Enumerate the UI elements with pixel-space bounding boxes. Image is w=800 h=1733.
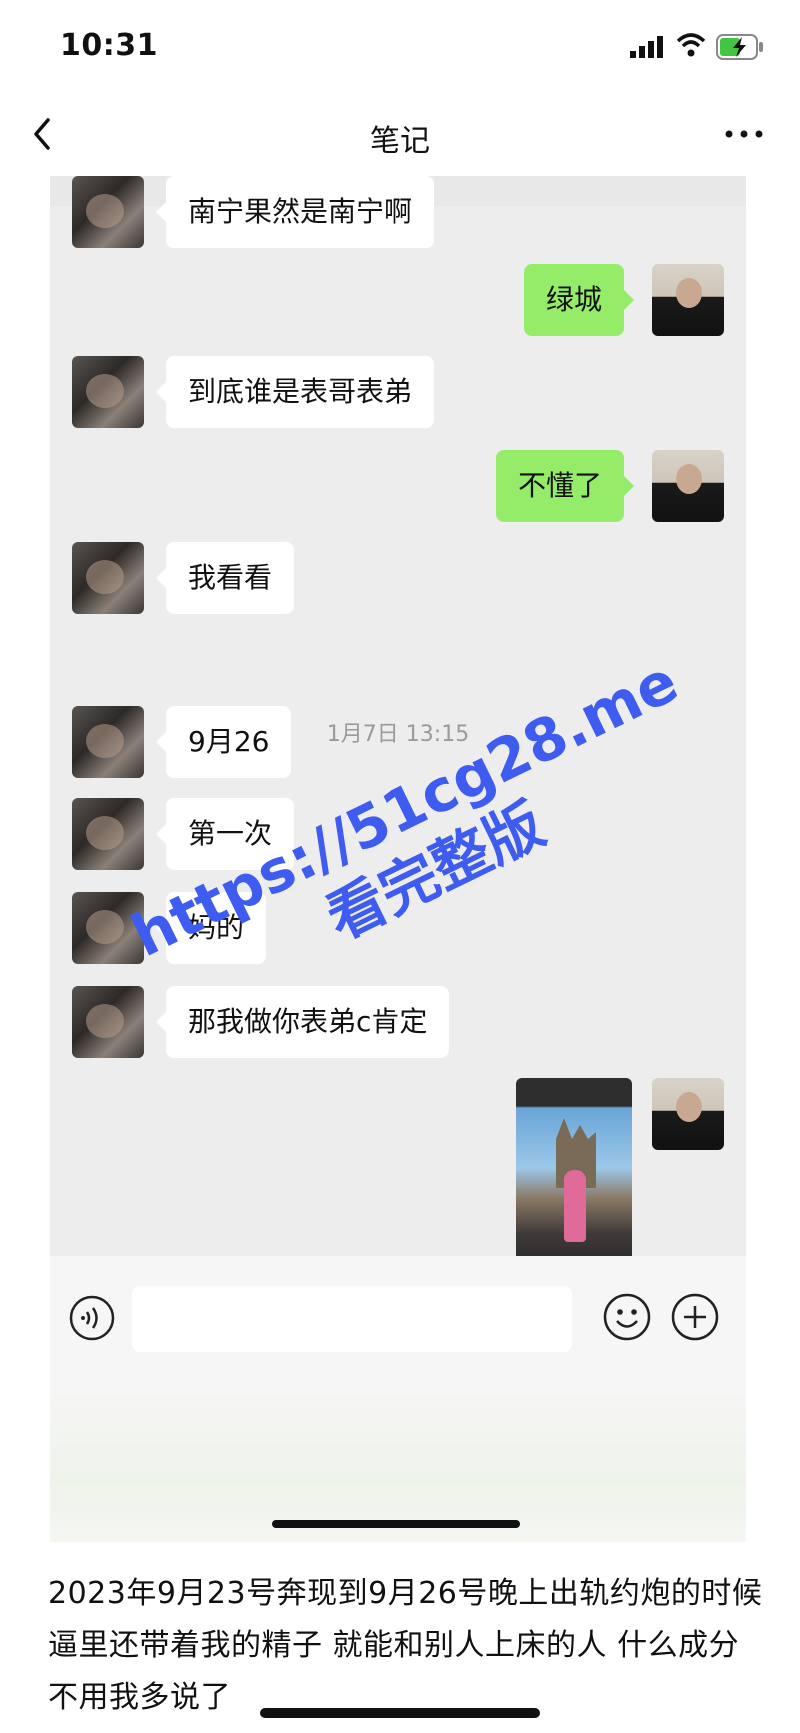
contact-avatar xyxy=(72,986,144,1058)
home-bar xyxy=(272,1520,520,1528)
status-time: 10:31 xyxy=(60,28,158,63)
message-input[interactable] xyxy=(132,1286,572,1352)
message-bubble-received: 我看看 xyxy=(155,542,295,614)
contact-avatar xyxy=(72,706,144,778)
emoji-icon[interactable] xyxy=(602,1292,652,1342)
plus-icon[interactable] xyxy=(670,1292,720,1342)
user-avatar xyxy=(652,264,724,336)
battery-charging-icon xyxy=(716,34,763,60)
note-caption: 2023年9月23号奔现到9月26号晚上出轨约炮的时候 逼里还带着我的精子 就能… xyxy=(48,1576,763,1715)
contact-avatar xyxy=(72,176,144,248)
user-avatar xyxy=(652,450,724,522)
message-bubble-sent: 绿城 xyxy=(523,264,635,336)
message-bubble-received: 到底谁是表哥表弟 xyxy=(155,356,435,428)
message-bubble-received: 妈的 xyxy=(155,892,267,964)
message-bubble-received: 第一次 xyxy=(155,798,295,870)
page-title: 笔记 xyxy=(370,124,430,159)
voice-icon[interactable] xyxy=(68,1294,116,1342)
nav-bar: 笔记 xyxy=(0,96,800,176)
image-message[interactable] xyxy=(516,1078,632,1278)
wifi-icon xyxy=(676,33,706,57)
signal-icon xyxy=(630,36,663,58)
home-indicator xyxy=(260,1708,540,1718)
status-bar: 10:31 xyxy=(0,0,800,96)
chat-input-bar xyxy=(50,1256,746,1386)
chat-screenshot: 南宁果然是南宁啊 绿城 到底谁是表哥表弟 不懂了 我看看 1月7日 13:15 … xyxy=(50,176,746,1542)
chat-timestamp: 1月7日 13:15 xyxy=(326,722,470,747)
more-icon[interactable] xyxy=(724,126,764,142)
contact-avatar xyxy=(72,356,144,428)
image-figure xyxy=(564,1170,586,1242)
message-bubble-received: 那我做你表弟c肯定 xyxy=(155,986,450,1058)
contact-avatar xyxy=(72,892,144,964)
message-bubble-received: 南宁果然是南宁啊 xyxy=(155,176,435,248)
contact-avatar xyxy=(72,542,144,614)
contact-avatar xyxy=(72,798,144,870)
message-bubble-received: 9月26 xyxy=(155,706,292,778)
user-avatar xyxy=(652,1078,724,1150)
keyboard-area xyxy=(50,1386,746,1542)
message-bubble-sent: 不懂了 xyxy=(495,450,635,522)
